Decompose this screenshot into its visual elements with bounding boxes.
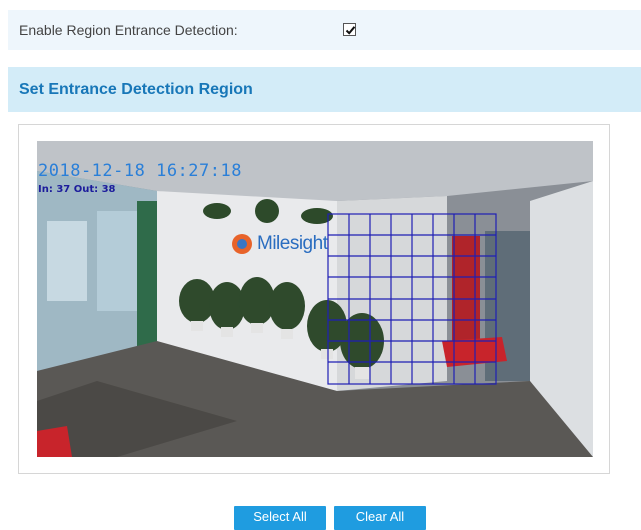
enable-detection-label: Enable Region Entrance Detection: bbox=[19, 22, 238, 38]
select-all-button[interactable]: Select All bbox=[234, 506, 326, 530]
section-header: Set Entrance Detection Region bbox=[8, 67, 641, 112]
camera-view[interactable]: 2018-12-18 16:27:18 In: 37 Out: 38 Miles… bbox=[37, 141, 593, 457]
checkmark-icon bbox=[345, 26, 356, 35]
enable-detection-checkbox[interactable] bbox=[343, 23, 356, 36]
camera-scene bbox=[37, 141, 593, 457]
osd-counts: In: 37 Out: 38 bbox=[38, 184, 116, 195]
milesight-logo: Milesight bbox=[257, 233, 328, 254]
section-title: Set Entrance Detection Region bbox=[19, 81, 253, 98]
osd-timestamp: 2018-12-18 16:27:18 bbox=[38, 161, 242, 181]
clear-all-button[interactable]: Clear All bbox=[334, 506, 426, 530]
enable-detection-row: Enable Region Entrance Detection: bbox=[8, 10, 641, 50]
